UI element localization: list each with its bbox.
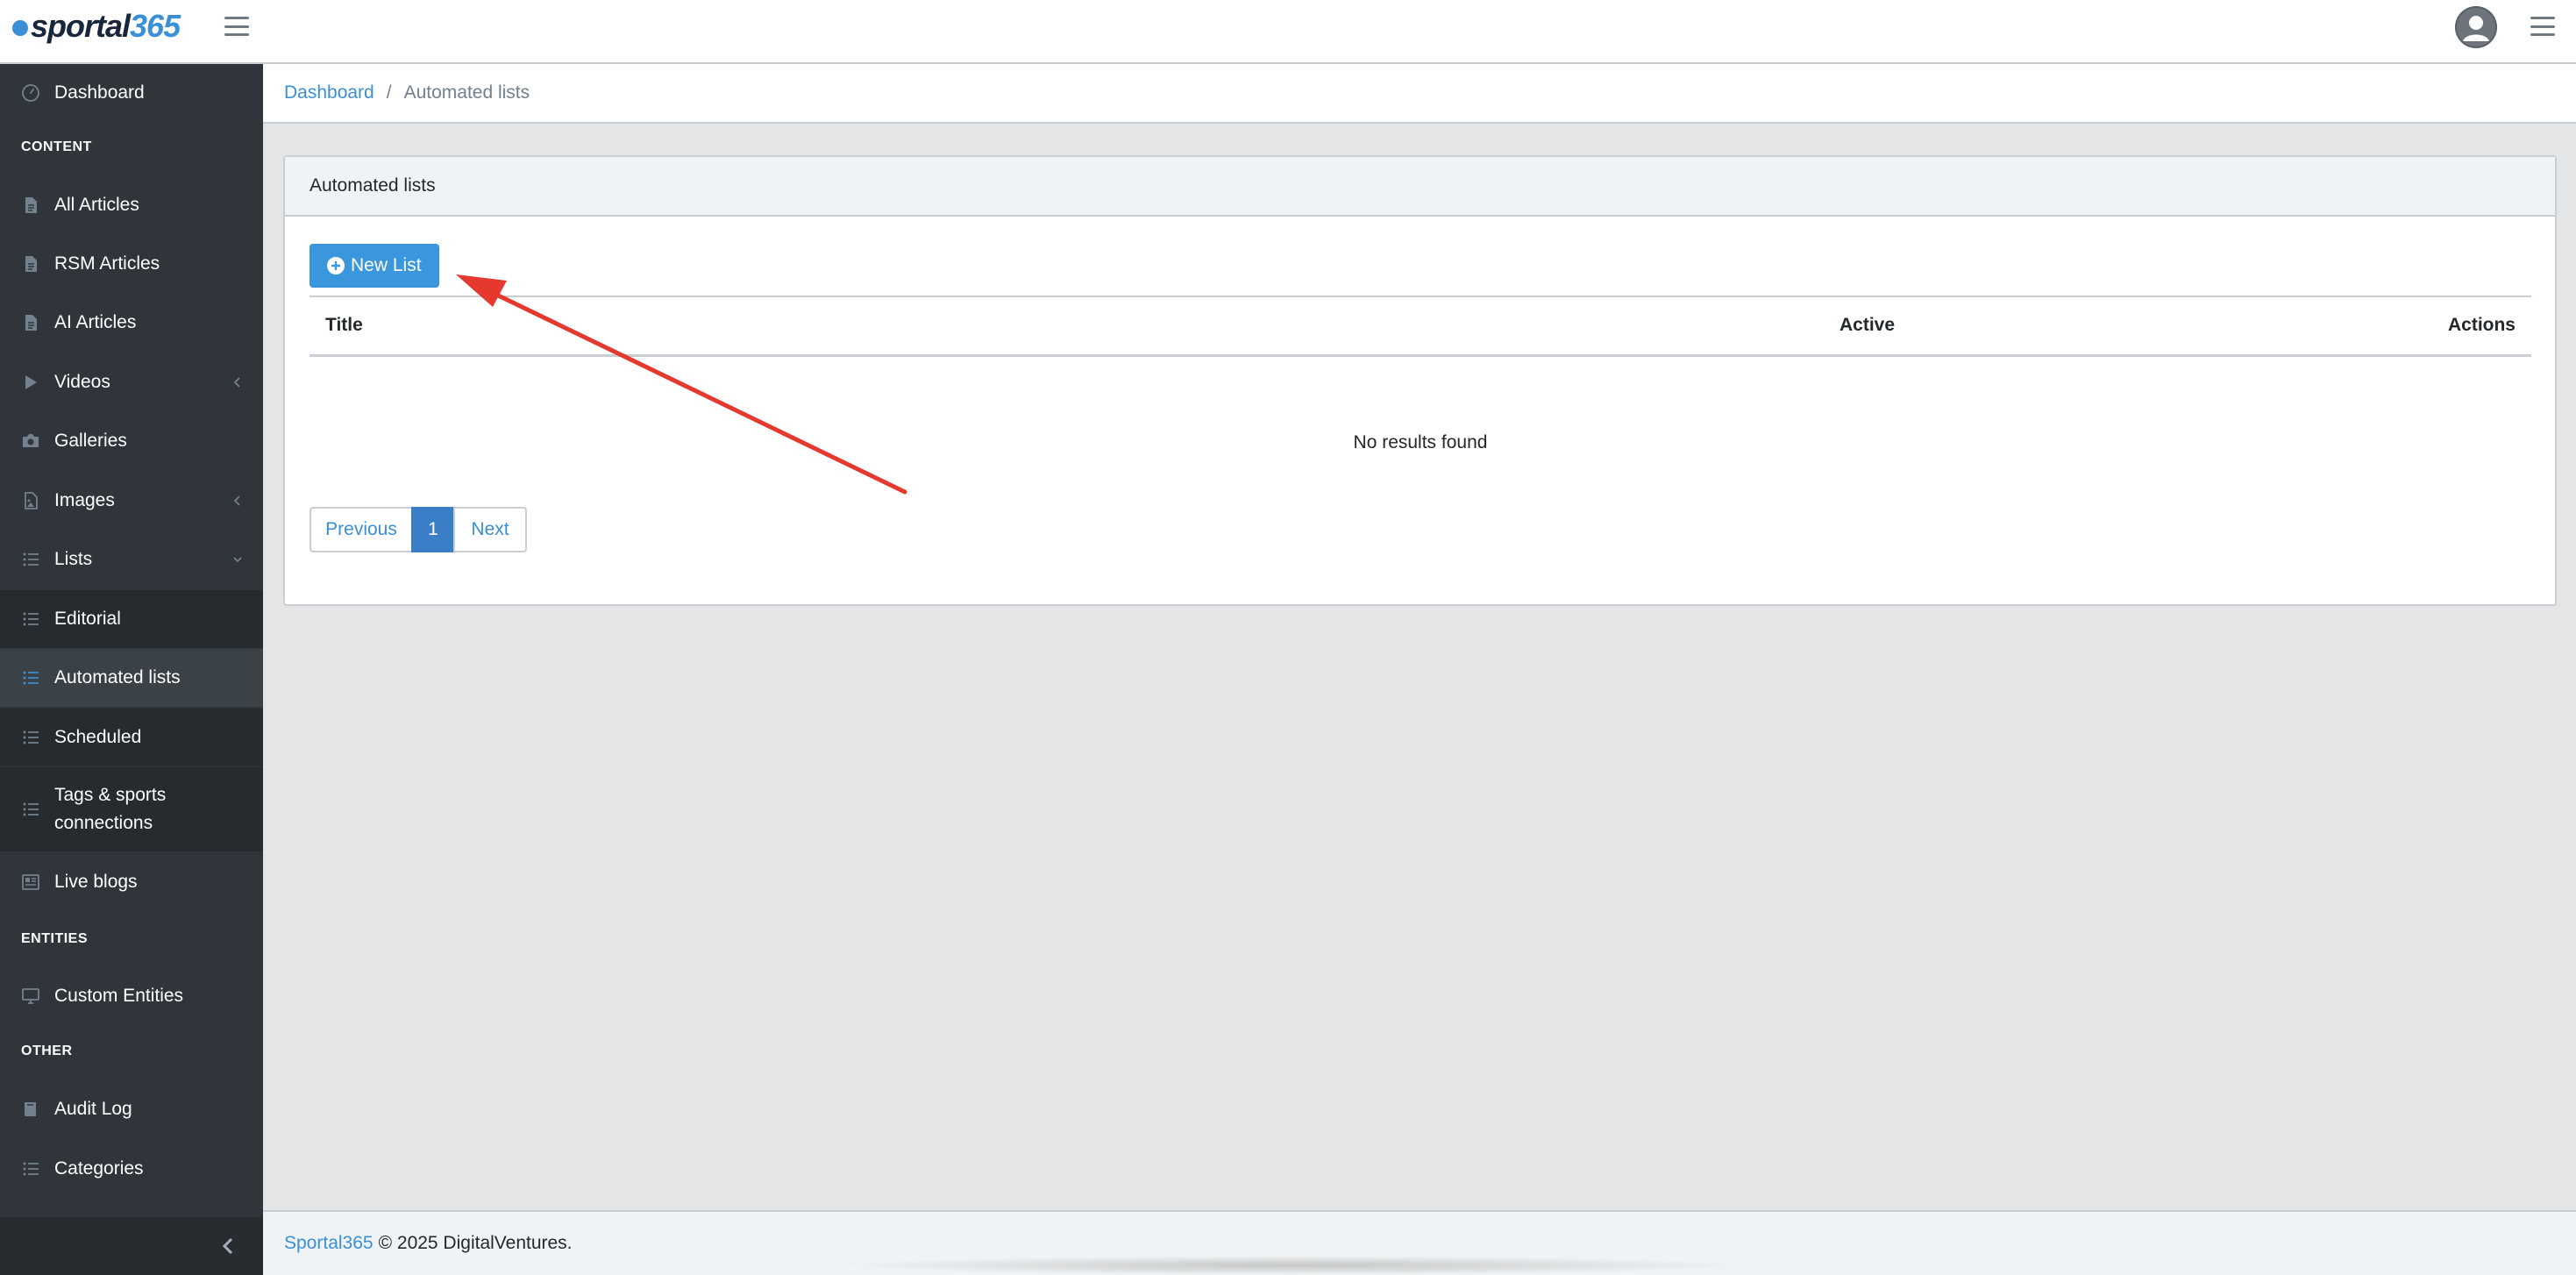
sidebar-item-editorial[interactable]: Editorial [0, 590, 263, 648]
pagination: Previous 1 Next [310, 507, 527, 552]
column-header-title: Title [325, 315, 363, 335]
footer-brand-link[interactable]: Sportal365 [284, 1233, 374, 1254]
top-header: sportal365 [0, 0, 2576, 64]
sidebar-item-label: RSM Articles [54, 253, 160, 274]
sidebar-section-other: OTHER [21, 1044, 73, 1058]
automated-lists-card: Automated lists New List Title Active Ac… [283, 155, 2557, 606]
new-list-label: New List [351, 255, 422, 275]
pagination-previous-button[interactable]: Previous [310, 507, 413, 552]
sidebar-item-dashboard[interactable]: Dashboard [0, 64, 263, 122]
sidebar-item-label: Tags & sports connections [54, 785, 167, 833]
sidebar-item-all-articles[interactable]: All Articles [0, 176, 263, 234]
sidebar-item-label: Audit Log [54, 1099, 132, 1119]
logo-text: sportal365 [31, 8, 181, 44]
speedometer-icon [21, 83, 40, 103]
sidebar-item-label: Categories [54, 1158, 144, 1179]
sidebar-item-label: Videos [54, 372, 110, 392]
sidebar-item-rsm-articles[interactable]: RSM Articles [0, 235, 263, 293]
plus-circle-icon [326, 256, 345, 275]
breadcrumb-separator: / [386, 82, 392, 103]
sidebar-item-label: Editorial [54, 609, 121, 629]
list-icon [21, 728, 40, 747]
pagination-page-1[interactable]: 1 [411, 507, 455, 552]
column-header-active: Active [1839, 315, 1896, 335]
sidebar-item-galleries[interactable]: Galleries [0, 412, 263, 470]
sidebar-item-label: All Articles [54, 195, 139, 215]
camera-icon [21, 431, 40, 451]
list-icon [21, 609, 40, 629]
chevron-left-icon [231, 376, 244, 388]
list-icon [21, 800, 40, 819]
sidebar-item-videos[interactable]: Videos [0, 353, 263, 411]
sidebar-item-categories[interactable]: Categories [0, 1140, 263, 1198]
breadcrumb: Dashboard / Automated lists [263, 64, 2576, 124]
logo-dot-icon [12, 20, 28, 36]
sidebar: Dashboard CONTENT All Articles RSM Artic… [0, 64, 263, 1275]
sidebar-item-label: Dashboard [54, 82, 145, 103]
aside-menu-hamburger-icon[interactable] [2530, 17, 2555, 36]
play-icon [21, 373, 40, 392]
footer-shadow [833, 1256, 1754, 1275]
sidebar-item-label: Lists [54, 549, 93, 569]
sidebar-collapse-chevron-left-icon[interactable] [219, 1236, 238, 1256]
sidebar-item-label: Automated lists [54, 667, 181, 687]
empty-results-message: No results found [1353, 432, 1488, 452]
sidebar-toggle-hamburger-icon[interactable] [224, 17, 249, 36]
pagination-next-button[interactable]: Next [453, 507, 527, 552]
sidebar-item-label: AI Articles [54, 312, 137, 332]
sidebar-item-label: Scheduled [54, 727, 142, 747]
sidebar-item-images[interactable]: Images [0, 472, 263, 530]
document-icon [21, 196, 40, 215]
user-avatar-icon[interactable] [2455, 6, 2497, 48]
chevron-down-icon [231, 553, 244, 566]
sidebar-item-label: Live blogs [54, 872, 138, 892]
footer-copyright: © 2025 DigitalVentures. [378, 1233, 573, 1253]
sidebar-item-lists[interactable]: Lists [0, 531, 263, 588]
card-title: Automated lists [285, 157, 2555, 217]
sidebar-item-custom-entities[interactable]: Custom Entities [0, 967, 263, 1025]
newspaper-icon [21, 873, 40, 892]
sidebar-item-label: Galleries [54, 431, 127, 451]
breadcrumb-dashboard-link[interactable]: Dashboard [284, 82, 374, 103]
chevron-left-icon [231, 495, 244, 507]
sportal365-logo[interactable]: sportal365 [12, 8, 181, 44]
list-icon [21, 668, 40, 687]
new-list-button[interactable]: New List [310, 244, 439, 288]
sidebar-item-scheduled[interactable]: Scheduled [0, 709, 263, 766]
sidebar-item-automated-lists[interactable]: Automated lists [0, 649, 263, 707]
sidebar-item-tags-sports-connections[interactable]: Tags & sports connections [0, 767, 263, 851]
sidebar-item-audit-log[interactable]: Audit Log [0, 1080, 263, 1138]
image-file-icon [21, 491, 40, 510]
sidebar-item-label: Images [54, 490, 115, 510]
sidebar-item-ai-articles[interactable]: AI Articles [0, 294, 263, 352]
breadcrumb-current: Automated lists [403, 82, 530, 103]
document-icon [21, 254, 40, 274]
monitor-icon [21, 987, 40, 1006]
list-icon [21, 550, 40, 569]
column-header-actions: Actions [2447, 315, 2516, 335]
list-icon [21, 1159, 40, 1179]
document-icon [21, 313, 40, 332]
sidebar-item-live-blogs[interactable]: Live blogs [0, 853, 263, 911]
sidebar-footer [0, 1217, 263, 1275]
book-icon [21, 1100, 40, 1119]
sidebar-item-label: Custom Entities [54, 986, 184, 1006]
sidebar-section-entities: ENTITIES [21, 931, 89, 946]
sidebar-section-content: CONTENT [21, 139, 92, 154]
table-header: Title Active Actions [310, 296, 2531, 357]
